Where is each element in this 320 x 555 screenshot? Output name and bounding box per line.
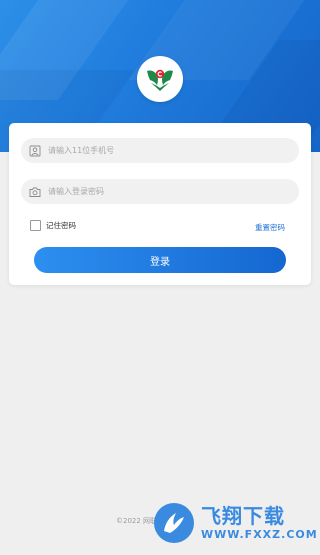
login-button[interactable]: 登录: [34, 247, 286, 273]
watermark: 飞翔下载 WWW.FXXZ.COM: [150, 493, 320, 553]
user-icon: [29, 145, 41, 157]
phone-field[interactable]: [21, 138, 299, 163]
bank-logo-icon: [147, 69, 173, 91]
camera-icon: [29, 186, 41, 198]
reset-password-link[interactable]: 重置密码: [255, 222, 285, 233]
password-input[interactable]: [48, 187, 278, 196]
phone-input[interactable]: [48, 146, 278, 155]
watermark-url: WWW.FXXZ.COM: [201, 528, 318, 541]
bank-logo: [137, 56, 183, 102]
login-card: 记住密码 重置密码 登录: [9, 123, 311, 285]
watermark-brand: 飞翔下载: [201, 504, 285, 528]
watermark-logo-icon: [154, 503, 194, 543]
remember-label: 记住密码: [46, 221, 76, 230]
password-field[interactable]: [21, 179, 299, 204]
remember-checkbox[interactable]: [30, 220, 41, 231]
remember-password-toggle[interactable]: 记住密码: [30, 220, 76, 231]
